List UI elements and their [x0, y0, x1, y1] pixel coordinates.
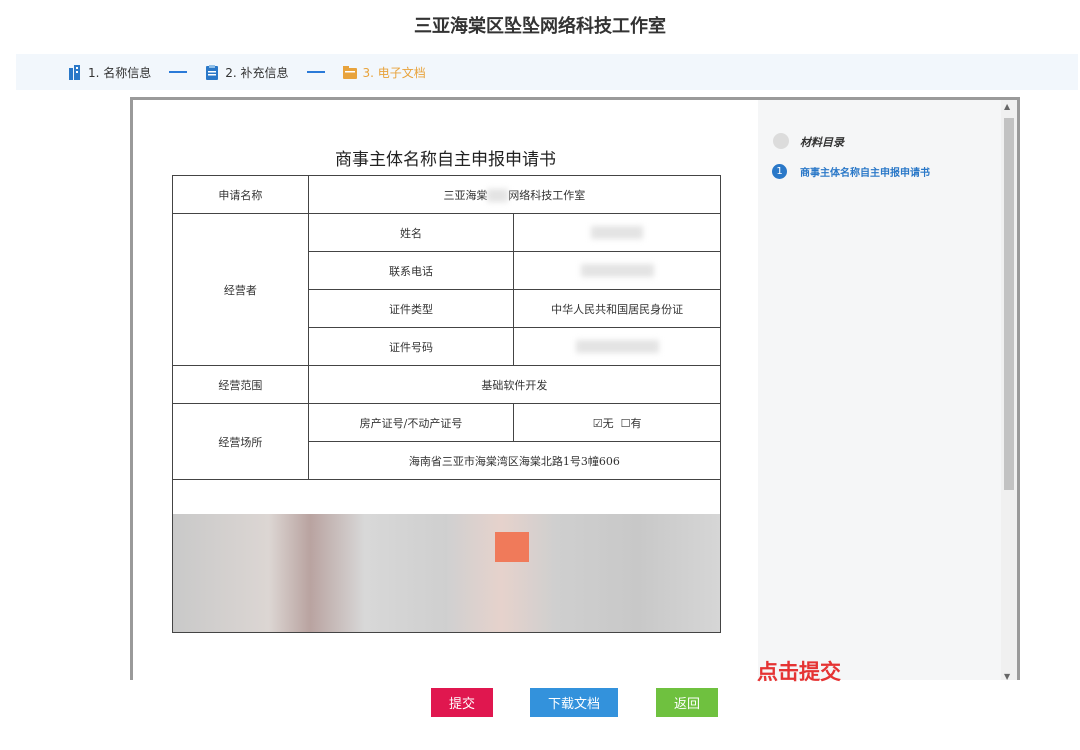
- phone-label: 联系电话: [307, 251, 515, 290]
- application-form-table: 申请名称 三亚海棠■■网络科技工作室 经营者 姓名 ■■■■■ 联系电话 ■■■…: [172, 175, 722, 633]
- id-number-label: 证件号码: [307, 327, 515, 366]
- document-list-icon: [773, 133, 789, 149]
- id-type-label: 证件类型: [307, 289, 515, 328]
- document-viewer[interactable]: 商事主体名称自主申报申请书 申请名称 三亚海棠■■网络科技工作室 经营者 姓名 …: [130, 97, 1020, 680]
- checkbox-checked-icon: ☑: [592, 416, 603, 430]
- step-label: 2. 补充信息: [225, 65, 289, 80]
- scroll-thumb[interactable]: [1004, 118, 1014, 490]
- download-document-button[interactable]: 下载文档: [530, 688, 618, 717]
- toc-title: 材料目录: [800, 136, 844, 149]
- scroll-up-icon[interactable]: ▲: [1004, 102, 1010, 111]
- toc-item-number: 1: [772, 164, 787, 179]
- phone-value-redacted: ■■■■■■■: [513, 251, 721, 290]
- materials-panel: 材料目录 1 商事主体名称自主申报申请书: [758, 100, 1001, 680]
- step-separator: [169, 71, 188, 73]
- clipboard-icon: [206, 64, 219, 80]
- operator-label: 经营者: [172, 213, 309, 366]
- name-label: 姓名: [307, 213, 515, 252]
- step-bar: 1. 名称信息 2. 补充信息 3. 电子文档: [16, 54, 1078, 90]
- document-title: 商事主体名称自主申报申请书: [335, 150, 556, 170]
- back-button[interactable]: 返回: [656, 688, 718, 717]
- toc-item-application[interactable]: 商事主体名称自主申报申请书: [800, 164, 930, 179]
- id-number-value-redacted: ■■■■■■■■: [513, 327, 721, 366]
- business-scope-label: 经营范围: [172, 365, 309, 404]
- premises-label: 经营场所: [172, 403, 309, 480]
- business-scope-value: 基础软件开发: [307, 365, 722, 404]
- submit-hint-annotation: 点击提交: [757, 660, 841, 684]
- step-separator: [306, 71, 325, 73]
- application-name-label: 申请名称: [172, 175, 309, 214]
- viewer-scrollbar[interactable]: ▲ ▼: [1001, 100, 1017, 680]
- id-card-back-blurred: [446, 514, 720, 632]
- step-extra-info[interactable]: 2. 补充信息: [205, 64, 289, 81]
- step-label: 3. 电子文档: [362, 65, 426, 80]
- address-value: 海南省三亚市海棠湾区海棠北路1号3幢606: [307, 441, 722, 480]
- folder-icon: [342, 65, 357, 79]
- scroll-down-icon[interactable]: ▼: [1004, 672, 1010, 680]
- name-value-redacted: ■■■■■: [513, 213, 721, 252]
- building-icon: [69, 64, 80, 80]
- step-e-document[interactable]: 3. 电子文档: [342, 64, 426, 81]
- application-name-value: 三亚海棠■■网络科技工作室: [307, 175, 722, 214]
- id-card-images-redacted: [172, 479, 721, 633]
- property-cert-label: 房产证号/不动产证号: [307, 403, 515, 442]
- id-type-value: 中华人民共和国居民身份证: [513, 289, 721, 328]
- checkbox-empty-icon: ☐: [620, 416, 631, 430]
- page-title: 三亚海棠区坠坠网络科技工作室: [414, 16, 666, 37]
- document-page: 商事主体名称自主申报申请书 申请名称 三亚海棠■■网络科技工作室 经营者 姓名 …: [133, 100, 758, 680]
- id-card-front-blurred: [173, 514, 447, 632]
- property-cert-options: ☑无 ☐有: [513, 403, 721, 442]
- submit-button[interactable]: 提交: [431, 688, 493, 717]
- step-label: 1. 名称信息: [88, 65, 152, 80]
- step-name-info[interactable]: 1. 名称信息: [68, 64, 151, 81]
